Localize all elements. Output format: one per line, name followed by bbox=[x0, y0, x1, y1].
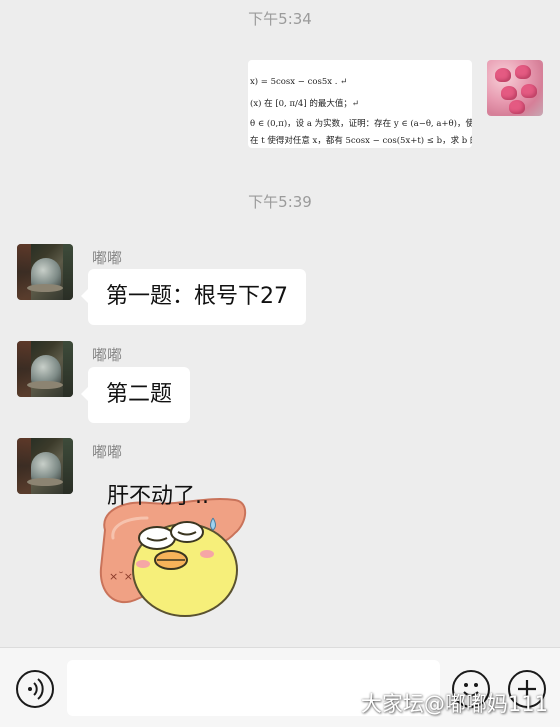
timestamp: 下午5:39 bbox=[248, 193, 312, 211]
image-text-line: θ ∈ (0,π)，设 a 为实数，证明：存在 y ∈ (a−θ, a+θ)，使… bbox=[250, 119, 472, 129]
avatar[interactable] bbox=[17, 341, 73, 397]
avatar[interactable] bbox=[17, 244, 73, 300]
sticker-message[interactable]: ×˘× 肝不动了.. bbox=[95, 478, 250, 623]
svg-text:×˘×: ×˘× bbox=[109, 570, 133, 583]
timestamp: 下午5:34 bbox=[248, 10, 312, 28]
sender-name: 嘟嘟 bbox=[92, 249, 123, 267]
message-bubble[interactable]: 第一题：根号下27 bbox=[81, 269, 306, 325]
voice-button[interactable] bbox=[16, 670, 54, 708]
image-message[interactable]: x) = 5cosx − cos5x . ↵ (x) 在 [0, π/4] 的最… bbox=[248, 60, 472, 148]
image-text-line: x) = 5cosx − cos5x . ↵ bbox=[250, 77, 348, 87]
self-avatar[interactable] bbox=[487, 60, 543, 116]
image-text-line: (x) 在 [0, π/4] 的最大值；↵ bbox=[250, 99, 359, 109]
avatar[interactable] bbox=[17, 438, 73, 494]
sender-name: 嘟嘟 bbox=[92, 443, 123, 461]
sender-name: 嘟嘟 bbox=[92, 346, 123, 364]
sticker-text: 肝不动了.. bbox=[107, 484, 209, 509]
watermark: 大家坛@嘟嘟妈111 bbox=[360, 692, 548, 716]
voice-icon bbox=[28, 678, 44, 700]
image-text-line: 在 t 使得对任意 x，都有 5cosx − cos(5x+t) ≤ b，求 b… bbox=[250, 136, 472, 146]
message-bubble[interactable]: 第二题 bbox=[80, 367, 191, 423]
